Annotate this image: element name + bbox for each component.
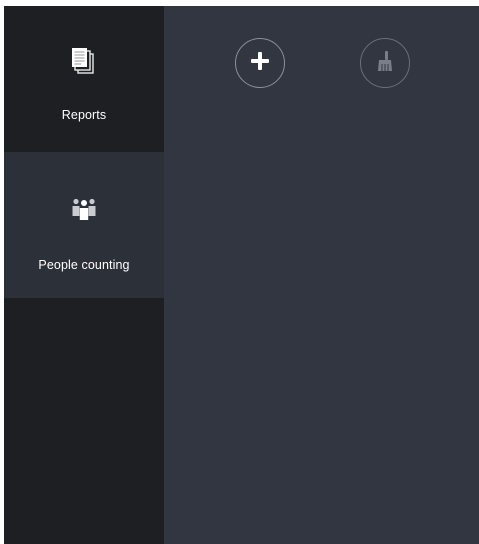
sidebar-item-people-counting[interactable]: People counting	[4, 152, 164, 298]
main-panel	[164, 6, 479, 544]
plus-icon	[249, 50, 271, 77]
sidebar-item-reports[interactable]: Reports	[4, 6, 164, 152]
sidebar-item-label: People counting	[38, 258, 130, 272]
people-group-icon	[71, 194, 97, 224]
clear-button[interactable]	[360, 38, 410, 88]
app-window: Reports People counting	[4, 6, 479, 544]
broom-icon	[375, 50, 395, 77]
add-button[interactable]	[235, 38, 285, 88]
sidebar-item-label: Reports	[61, 108, 107, 122]
documents-icon	[71, 46, 97, 80]
sidebar: Reports People counting	[4, 6, 164, 544]
